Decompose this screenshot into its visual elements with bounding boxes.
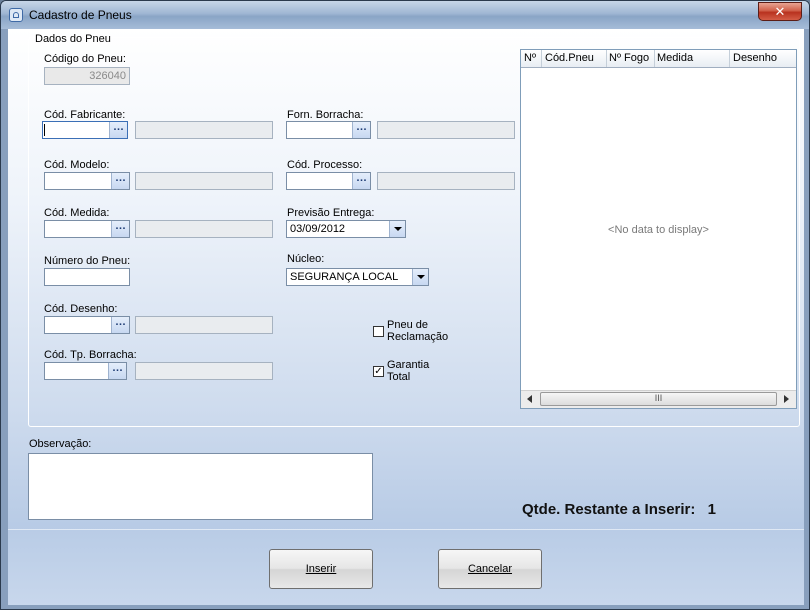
qtde-restante-value: 1 xyxy=(707,501,716,518)
previsao-entrega-value: 03/09/2012 xyxy=(290,223,346,235)
qtde-restante-label: Qtde. Restante a Inserir: xyxy=(522,501,696,518)
inserir-button-label: Inserir xyxy=(305,563,337,575)
cod-modelo-description xyxy=(135,172,273,190)
cod-processo-label: Cód. Processo: xyxy=(287,159,363,171)
chevron-down-icon[interactable] xyxy=(389,221,405,237)
observacao-textarea[interactable] xyxy=(28,453,373,520)
lookup-ellipsis-icon[interactable]: … xyxy=(111,317,129,333)
cod-medida-description xyxy=(135,220,273,238)
cod-modelo-input[interactable]: … xyxy=(44,172,130,190)
grid-col-cod-pneu[interactable]: Cód.Pneu xyxy=(545,52,594,64)
lookup-ellipsis-icon[interactable]: … xyxy=(352,122,370,138)
cod-modelo-label: Cód. Modelo: xyxy=(44,159,110,171)
forn-borracha-label: Forn. Borracha: xyxy=(287,109,364,121)
close-button[interactable]: ✕ xyxy=(758,2,802,21)
nucleo-label: Núcleo: xyxy=(287,253,325,265)
form-client-area: Dados do Pneu Código do Pneu: 326040 Cód… xyxy=(8,29,804,606)
numero-pneu-input[interactable] xyxy=(44,268,130,286)
pneu-reclamacao-checkbox[interactable] xyxy=(373,326,384,337)
garantia-total-label-line1: Garantia xyxy=(387,359,430,371)
lookup-ellipsis-icon[interactable]: … xyxy=(352,173,370,189)
cancelar-button-label: Cancelar xyxy=(467,563,513,575)
codigo-pneu-label: Código do Pneu: xyxy=(44,53,126,65)
chevron-down-icon[interactable] xyxy=(412,269,428,285)
previsao-entrega-label: Previsão Entrega: xyxy=(287,207,375,219)
window-title: Cadastro de Pneus xyxy=(29,8,132,22)
pneus-grid[interactable]: Nº Cód.Pneu Nº Fogo Medida Desenho <No d… xyxy=(520,49,797,409)
pneu-reclamacao-label[interactable]: Pneu de Reclamação xyxy=(387,319,448,343)
pneu-reclamacao-label-line2: Reclamação xyxy=(387,331,449,343)
groupbox-title: Dados do Pneu xyxy=(35,33,111,45)
numero-pneu-label: Número do Pneu: xyxy=(44,255,131,267)
observacao-label: Observação: xyxy=(29,438,92,450)
window-frame-right xyxy=(804,29,809,609)
cadastro-pneus-window: Cadastro de Pneus ✕ Dados do Pneu Código… xyxy=(0,0,810,610)
cod-desenho-input[interactable]: … xyxy=(44,316,130,334)
text-caret xyxy=(44,124,45,136)
cancelar-button[interactable]: Cancelar xyxy=(438,549,542,589)
grid-header: Nº Cód.Pneu Nº Fogo Medida Desenho xyxy=(521,50,796,68)
app-home-icon xyxy=(9,8,23,22)
previsao-entrega-datepicker[interactable]: 03/09/2012 xyxy=(286,220,406,238)
grid-empty-message: <No data to display> xyxy=(608,224,709,236)
grid-col-numero[interactable]: Nº xyxy=(524,52,536,64)
grid-col-separator xyxy=(541,50,542,67)
lookup-ellipsis-icon[interactable]: … xyxy=(111,221,129,237)
forn-borracha-input[interactable]: … xyxy=(286,121,371,139)
cod-tp-borracha-description xyxy=(135,362,273,380)
nucleo-select[interactable]: SEGURANÇA LOCAL xyxy=(286,268,429,286)
grid-col-separator xyxy=(729,50,730,67)
cod-tp-borracha-input[interactable]: … xyxy=(44,362,127,380)
grid-col-numero-fogo[interactable]: Nº Fogo xyxy=(609,52,649,64)
title-bar[interactable]: Cadastro de Pneus ✕ xyxy=(1,1,809,29)
scrollbar-thumb[interactable]: III xyxy=(540,392,777,406)
window-frame-bottom xyxy=(1,605,809,609)
garantia-total-checkbox[interactable]: ✓ xyxy=(373,366,384,377)
lookup-ellipsis-icon[interactable]: … xyxy=(111,173,129,189)
grid-col-separator xyxy=(606,50,607,67)
grid-horizontal-scrollbar[interactable]: III xyxy=(521,390,796,408)
codigo-pneu-field: 326040 xyxy=(44,67,130,85)
window-frame-left xyxy=(1,29,8,609)
scroll-right-arrow-icon[interactable] xyxy=(784,395,789,403)
cod-processo-input[interactable]: … xyxy=(286,172,371,190)
forn-borracha-description xyxy=(377,121,515,139)
grid-col-desenho[interactable]: Desenho xyxy=(733,52,777,64)
garantia-total-label-line2: Total xyxy=(387,371,411,383)
pneu-reclamacao-label-line1: Pneu de xyxy=(387,319,428,331)
grid-col-medida[interactable]: Medida xyxy=(657,52,693,64)
lookup-ellipsis-icon[interactable]: … xyxy=(108,363,126,379)
cod-fabricante-description xyxy=(135,121,273,139)
cod-fabricante-input[interactable]: … xyxy=(42,121,128,139)
garantia-total-label[interactable]: Garantia Total xyxy=(387,359,429,383)
scroll-left-arrow-icon[interactable] xyxy=(527,395,532,403)
cod-medida-input[interactable]: … xyxy=(44,220,130,238)
grid-col-separator xyxy=(654,50,655,67)
lookup-ellipsis-icon[interactable]: … xyxy=(109,122,127,138)
inserir-button[interactable]: Inserir xyxy=(269,549,373,589)
cod-desenho-label: Cód. Desenho: xyxy=(44,303,118,315)
cod-desenho-description xyxy=(135,316,273,334)
button-bar: Inserir Cancelar xyxy=(8,529,804,606)
nucleo-value: SEGURANÇA LOCAL xyxy=(290,271,399,283)
cod-medida-label: Cód. Medida: xyxy=(44,207,110,219)
cod-tp-borracha-label: Cód. Tp. Borracha: xyxy=(44,349,137,361)
qtde-restante: Qtde. Restante a Inserir: 1 xyxy=(522,501,716,518)
cod-fabricante-label: Cód. Fabricante: xyxy=(44,109,126,121)
cod-processo-description xyxy=(377,172,515,190)
